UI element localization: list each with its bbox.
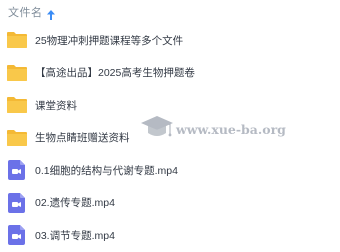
file-name: 02.遗传专题.mp4: [35, 197, 115, 210]
file-name: 0.1细胞的结构与代谢专题.mp4: [35, 164, 178, 177]
file-name: 25物理冲刺押题课程等多个文件: [35, 34, 184, 47]
list-item[interactable]: 03.调节专题.mp4: [0, 219, 340, 252]
file-name: 生物点睛班赠送资料: [35, 132, 130, 145]
file-name: 课堂资料: [35, 99, 77, 112]
video-file-icon: [8, 160, 25, 181]
list-item[interactable]: 25物理冲刺押题课程等多个文件: [0, 24, 340, 57]
folder-icon: [6, 129, 28, 147]
folder-icon: [6, 31, 28, 49]
video-file-icon: [8, 225, 25, 246]
list-item[interactable]: 【高途出品】2025高考生物押题卷: [0, 57, 340, 90]
list-item[interactable]: 0.1细胞的结构与代谢专题.mp4: [0, 154, 340, 187]
folder-icon: [6, 96, 28, 114]
file-name: 【高途出品】2025高考生物押题卷: [35, 67, 195, 80]
list-item[interactable]: 02.遗传专题.mp4: [0, 187, 340, 220]
graduation-cap-icon: [140, 112, 174, 144]
watermark: www.xue-ba.org: [140, 112, 286, 152]
file-list-header: 文件名: [0, 0, 340, 24]
column-header-filename[interactable]: 文件名: [8, 4, 43, 20]
file-name: 03.调节专题.mp4: [35, 229, 115, 242]
video-file-icon: [8, 192, 25, 213]
arrow-up-icon[interactable]: [46, 7, 55, 20]
watermark-text: www.xue-ba.org: [176, 122, 286, 137]
folder-icon: [6, 64, 28, 82]
